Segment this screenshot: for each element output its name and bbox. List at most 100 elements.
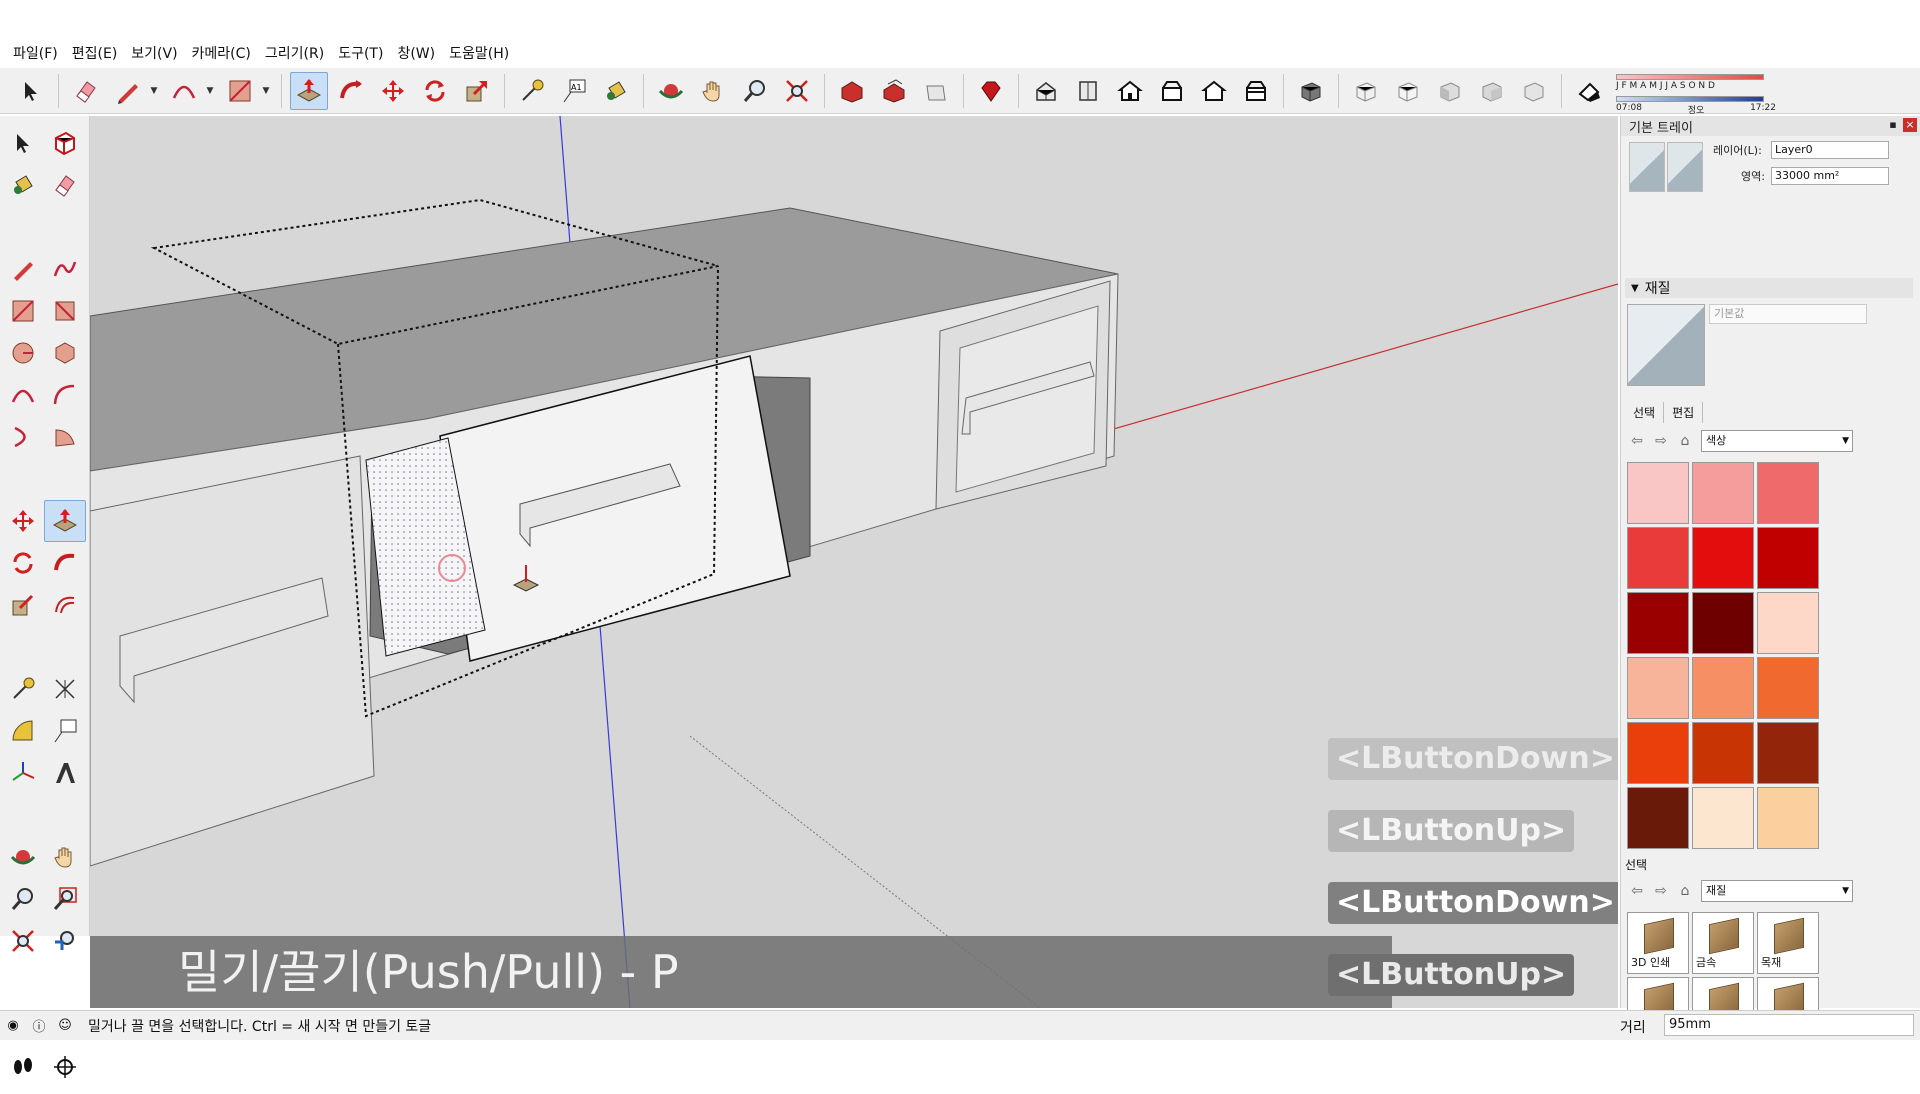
collection-select[interactable]: 색상 — [1701, 430, 1853, 452]
move-tool-button[interactable] — [2, 500, 44, 542]
line-tool-button[interactable] — [109, 72, 147, 110]
axes-tool-button[interactable] — [2, 752, 44, 794]
collapse-arrow-icon[interactable]: ▼ — [1631, 283, 1639, 294]
model-canvas[interactable] — [90, 116, 1618, 1008]
geo-location-icon[interactable]: ◉ — [0, 1013, 26, 1039]
front-view-button[interactable] — [1111, 72, 1149, 110]
freehand-tool-button[interactable] — [44, 248, 86, 290]
time-slider[interactable]: 07:08 정오 17:22 — [1616, 91, 1776, 116]
push-pull-tool-button[interactable] — [290, 71, 328, 110]
iso-view-button[interactable] — [1027, 72, 1065, 110]
color-swatch[interactable] — [1627, 787, 1689, 849]
eraser-tool-button[interactable] — [44, 164, 86, 206]
color-swatch[interactable] — [1692, 787, 1754, 849]
extension-warehouse-button[interactable] — [972, 72, 1010, 110]
polygon-tool-button[interactable] — [44, 332, 86, 374]
color-swatch[interactable] — [1627, 462, 1689, 524]
color-swatch[interactable] — [1757, 462, 1819, 524]
arc-tool-button[interactable] — [2, 374, 44, 416]
material-name-field[interactable]: 기본값 — [1709, 304, 1867, 324]
tab-select[interactable]: 선택 — [1625, 402, 1665, 423]
model-viewport[interactable]: 밀기/끌기(Push/Pull) - P <LButtonDown> <LBut… — [90, 116, 1618, 1008]
menu-draw[interactable]: 그리기(R) — [258, 43, 331, 63]
left-view-button[interactable] — [1237, 72, 1275, 110]
color-swatch[interactable] — [1627, 722, 1689, 784]
back-arrow-icon[interactable]: ⇦ — [1625, 883, 1649, 899]
top-view-button[interactable] — [1069, 72, 1107, 110]
pan-tool-button[interactable] — [694, 72, 732, 110]
layer-select[interactable]: Layer0 — [1771, 141, 1889, 159]
color-swatch[interactable] — [1757, 787, 1819, 849]
zoom-tool-button[interactable] — [736, 72, 774, 110]
color-swatch[interactable] — [1692, 722, 1754, 784]
paint-bucket-tool-button[interactable] — [597, 72, 635, 110]
menu-camera[interactable]: 카메라(C) — [185, 43, 258, 63]
rotated-rectangle-tool-button[interactable] — [44, 290, 86, 332]
xray-style-button[interactable] — [1292, 72, 1330, 110]
eraser-tool-button[interactable] — [67, 72, 105, 110]
textured-style-button[interactable] — [1473, 72, 1511, 110]
rotate-tool-button[interactable] — [416, 72, 454, 110]
paint-bucket-tool-button[interactable] — [2, 164, 44, 206]
arc-tool-button[interactable] — [165, 72, 203, 110]
follow-me-tool-button[interactable] — [332, 72, 370, 110]
line-dropdown-arrow[interactable]: ▼ — [149, 72, 159, 110]
zoom-extents-tool-button[interactable] — [2, 920, 44, 962]
pan-tool-button[interactable] — [44, 836, 86, 878]
month-slider[interactable]: J F M A M J J A S O N D — [1616, 69, 1776, 91]
close-icon[interactable]: × — [1903, 118, 1917, 132]
3d-text-tool-button[interactable] — [44, 752, 86, 794]
library-select[interactable]: 재질 — [1701, 880, 1853, 902]
tab-edit[interactable]: 편집 — [1664, 402, 1704, 423]
material-folder[interactable]: 금속 — [1692, 912, 1754, 974]
text-tool-button[interactable]: A1 — [555, 72, 593, 110]
section-plane-tool-button[interactable] — [44, 1046, 86, 1088]
dimension-tool-button[interactable] — [44, 668, 86, 710]
color-swatch[interactable] — [1627, 657, 1689, 719]
color-swatch[interactable] — [1627, 592, 1689, 654]
orbit-tool-button[interactable] — [2, 836, 44, 878]
make-component-button[interactable] — [44, 122, 86, 164]
time-slider-track[interactable] — [1616, 95, 1764, 102]
user-icon[interactable]: ☺ — [52, 1013, 78, 1039]
color-swatch[interactable] — [1692, 462, 1754, 524]
menu-edit[interactable]: 편집(E) — [65, 43, 125, 63]
arc-dropdown-arrow[interactable]: ▼ — [205, 72, 215, 110]
color-swatch[interactable] — [1757, 722, 1819, 784]
push-pull-tool-button[interactable] — [44, 500, 86, 542]
shadows-toggle-button[interactable] — [1570, 72, 1608, 110]
measurement-field[interactable]: 95mm — [1664, 1014, 1914, 1036]
home-icon[interactable]: ⌂ — [1673, 433, 1697, 449]
orbit-tool-button[interactable] — [652, 72, 690, 110]
tape-measure-tool-button[interactable] — [2, 668, 44, 710]
menu-help[interactable]: 도움말(H) — [442, 43, 516, 63]
material-folder[interactable]: 목재 — [1757, 912, 1819, 974]
line-tool-button[interactable] — [2, 248, 44, 290]
three-point-arc-tool-button[interactable] — [2, 416, 44, 458]
scale-tool-button[interactable] — [2, 584, 44, 626]
select-tool-button[interactable] — [12, 72, 50, 110]
rectangle-tool-button[interactable] — [221, 72, 259, 110]
text-tool-button[interactable] — [44, 710, 86, 752]
forward-arrow-icon[interactable]: ⇨ — [1649, 433, 1673, 449]
tray-scrollbar[interactable] — [1904, 136, 1918, 286]
shape-dropdown-arrow[interactable]: ▼ — [261, 72, 271, 110]
select-tool-button[interactable] — [2, 122, 44, 164]
color-swatch[interactable] — [1757, 592, 1819, 654]
circle-tool-button[interactable] — [2, 332, 44, 374]
follow-me-tool-button[interactable] — [44, 542, 86, 584]
pie-tool-button[interactable] — [44, 416, 86, 458]
offset-tool-button[interactable] — [44, 584, 86, 626]
wireframe-style-button[interactable] — [1347, 72, 1385, 110]
scale-tool-button[interactable] — [458, 72, 496, 110]
color-swatch[interactable] — [1757, 527, 1819, 589]
tape-measure-tool-button[interactable] — [513, 72, 551, 110]
back-view-button[interactable] — [1195, 72, 1233, 110]
color-swatch[interactable] — [1757, 657, 1819, 719]
forward-arrow-icon[interactable]: ⇨ — [1649, 883, 1673, 899]
color-swatch[interactable] — [1692, 657, 1754, 719]
share-component-button[interactable] — [917, 72, 955, 110]
color-swatch[interactable] — [1692, 592, 1754, 654]
menu-file[interactable]: 파일(F) — [6, 43, 65, 63]
credits-icon[interactable]: ⓘ — [26, 1013, 52, 1039]
